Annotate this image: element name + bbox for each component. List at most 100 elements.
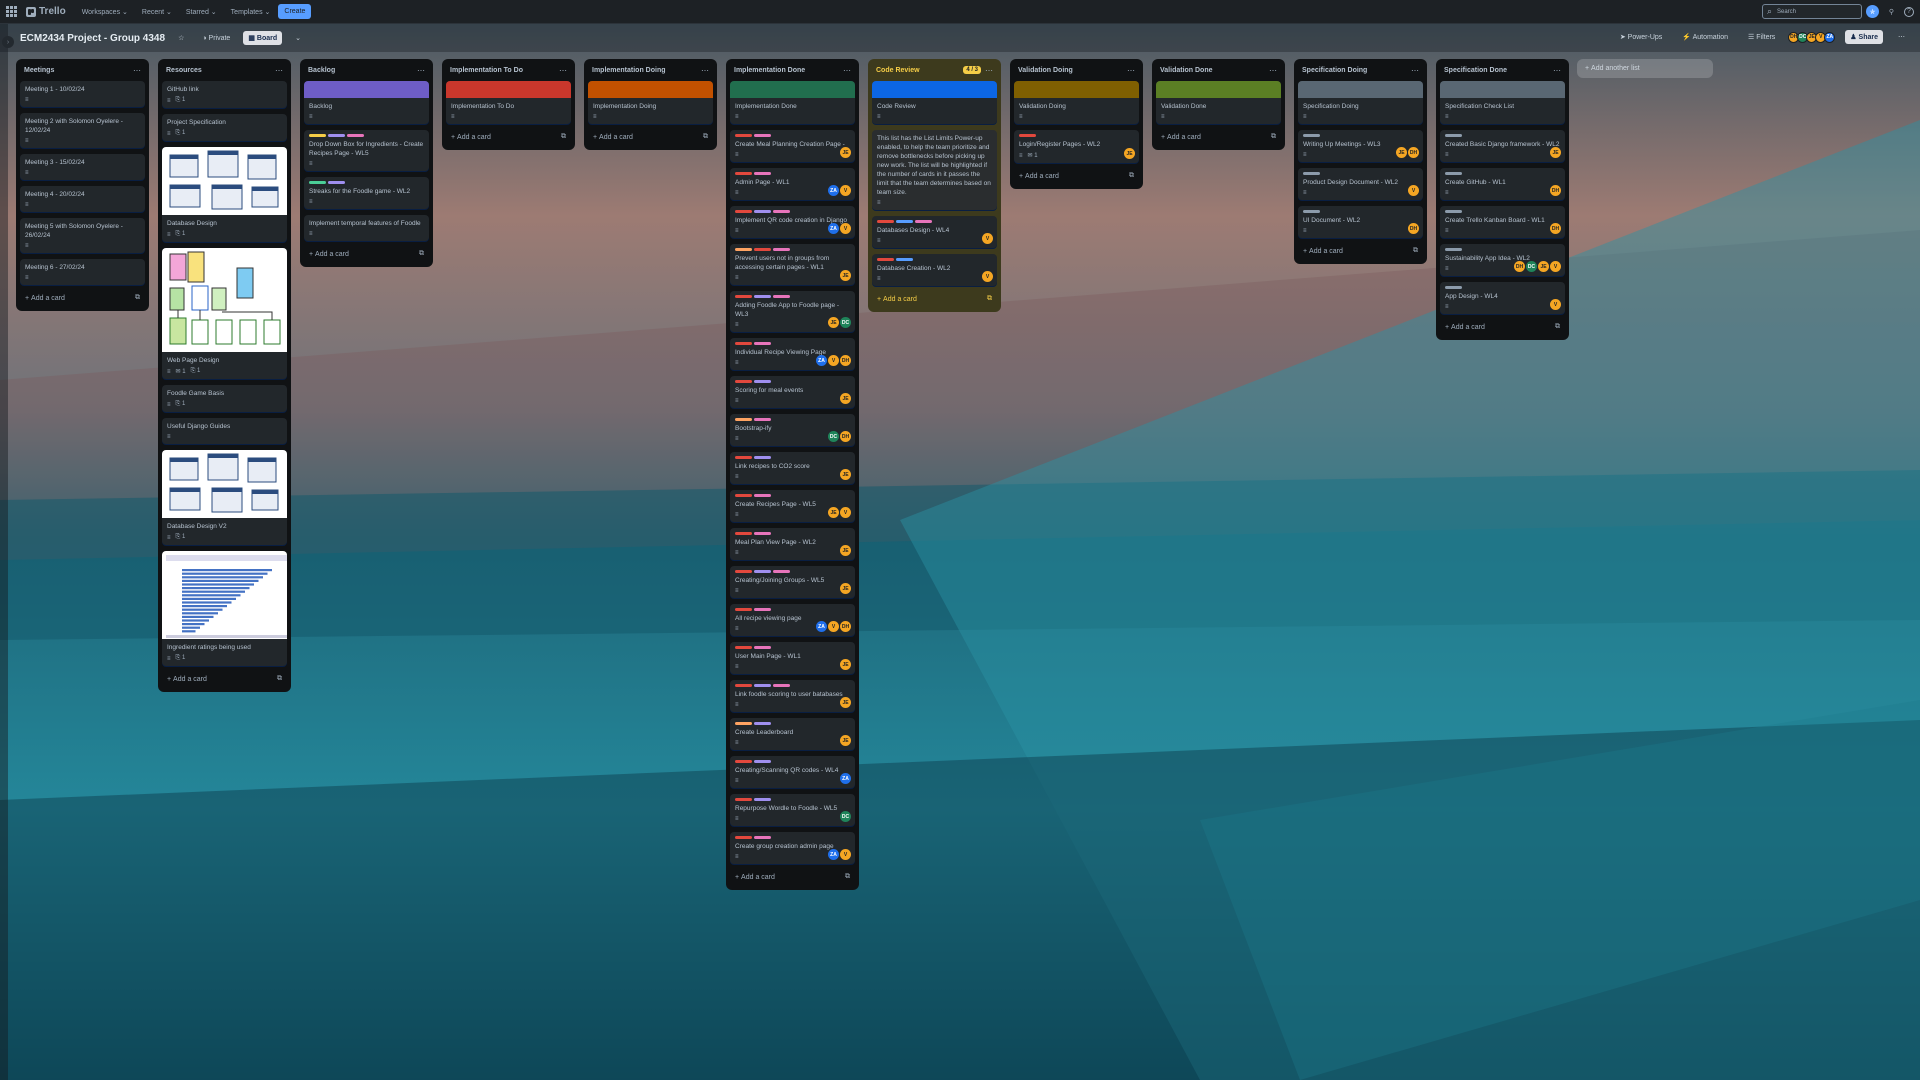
card-label[interactable] [896, 220, 913, 223]
card[interactable]: Backlog ≡ [304, 81, 429, 124]
card-label[interactable] [754, 532, 771, 535]
board-menu-icon[interactable]: ⋯ [1893, 30, 1910, 44]
card-label[interactable] [309, 134, 326, 137]
list-name[interactable]: Validation Doing [1018, 67, 1073, 74]
help-icon[interactable]: ? [1904, 6, 1914, 17]
card-label[interactable] [754, 418, 771, 421]
card-label[interactable] [735, 418, 752, 421]
card-label[interactable] [754, 380, 771, 383]
card-template-icon[interactable]: ⧉ [845, 873, 850, 881]
card[interactable]: Web Page Design ≡ ✉ 1 ⎘ 1 [162, 248, 287, 379]
card-label[interactable] [773, 295, 790, 298]
board-view-button[interactable]: ▦ Board [243, 31, 283, 45]
member-avatar[interactable]: ZA [828, 223, 839, 234]
member-avatar[interactable]: JE [1124, 148, 1135, 159]
list-menu-icon[interactable]: ⋯ [1127, 66, 1135, 75]
card-label[interactable] [773, 248, 790, 251]
card[interactable]: Implement temporal features of Foodle ≡ [304, 215, 429, 241]
member-avatar[interactable]: DH [1408, 223, 1419, 234]
member-avatar[interactable]: V [1550, 261, 1561, 272]
card-label[interactable] [735, 134, 752, 137]
member-avatar[interactable]: JE [1396, 147, 1407, 158]
atlassian-intelligence-icon[interactable]: ✯ [1866, 5, 1879, 18]
member-avatar[interactable]: JE [840, 147, 851, 158]
card-label[interactable] [735, 722, 752, 725]
card[interactable]: Database Design ≡ ⎘ 1 [162, 147, 287, 242]
card-label[interactable] [754, 295, 771, 298]
card[interactable]: Useful Django Guides ≡ [162, 418, 287, 444]
card[interactable]: Creating/Joining Groups - WL5 ≡ JE [730, 566, 855, 598]
list-name[interactable]: Resources [166, 67, 202, 74]
member-avatar[interactable]: JE [840, 735, 851, 746]
board-members[interactable]: DH DC JE V ZA [1788, 31, 1836, 43]
card[interactable]: Meal Plan View Page - WL2 ≡ JE [730, 528, 855, 560]
card[interactable]: Individual Recipe Viewing Page ≡ ZA V DH [730, 338, 855, 370]
card[interactable]: Specification Check List ≡ [1440, 81, 1565, 124]
member-avatar[interactable]: V [840, 185, 851, 196]
card[interactable]: Create Meal Planning Creation Page - ≡ JE [730, 130, 855, 162]
card-label[interactable] [735, 646, 752, 649]
card[interactable]: Admin Page - WL1 ≡ ZA V [730, 168, 855, 200]
member-avatar[interactable]: DH [1550, 185, 1561, 196]
list-menu-icon[interactable]: ⋯ [701, 66, 709, 75]
card-label[interactable] [754, 608, 771, 611]
list-name[interactable]: Code Review [876, 67, 920, 74]
card-label[interactable] [754, 342, 771, 345]
member-avatar[interactable]: DH [840, 355, 851, 366]
member-avatar[interactable]: JE [1550, 147, 1561, 158]
list-name[interactable]: Validation Done [1160, 67, 1213, 74]
card-label[interactable] [735, 570, 752, 573]
card-label[interactable] [773, 684, 790, 687]
card[interactable]: Database Creation - WL2 ≡ V [872, 254, 997, 286]
view-switcher-chevron-icon[interactable]: ⌄ [290, 31, 306, 45]
card-label[interactable] [896, 258, 913, 261]
member-avatar[interactable]: V [840, 507, 851, 518]
member-avatar[interactable]: JE [840, 659, 851, 670]
card[interactable]: Bootstrap-ify ≡ DC DH [730, 414, 855, 446]
member-avatar[interactable]: V [1550, 299, 1561, 310]
card-label[interactable] [1445, 286, 1462, 289]
card[interactable]: Create Trello Kanban Board - WL1 ≡ DH [1440, 206, 1565, 238]
member-avatar[interactable]: ZA [1824, 31, 1836, 43]
card[interactable]: Implementation To Do ≡ [446, 81, 571, 124]
card-template-icon[interactable]: ⧉ [419, 250, 424, 258]
card[interactable]: Meeting 1 - 10/02/24 ≡ [20, 81, 145, 107]
card[interactable]: Meeting 5 with Solomon Oyelere - 26/02/2… [20, 218, 145, 253]
card[interactable]: User Main Page - WL1 ≡ JE [730, 642, 855, 674]
automation-button[interactable]: ⚡ Automation [1677, 30, 1733, 44]
card[interactable]: Specification Doing ≡ [1298, 81, 1423, 124]
card[interactable]: Meeting 6 - 27/02/24 ≡ [20, 259, 145, 285]
card-label[interactable] [735, 248, 752, 251]
list-menu-icon[interactable]: ⋯ [417, 66, 425, 75]
card-label[interactable] [754, 456, 771, 459]
member-avatar[interactable]: JE [828, 507, 839, 518]
card-template-icon[interactable]: ⧉ [1555, 323, 1560, 331]
list-menu-icon[interactable]: ⋯ [1553, 66, 1561, 75]
card[interactable]: Drop Down Box for Ingredients - Create R… [304, 130, 429, 171]
power-ups-button[interactable]: ➤ Power-Ups [1615, 30, 1667, 44]
member-avatar[interactable]: JE [828, 317, 839, 328]
list-name[interactable]: Meetings [24, 67, 54, 74]
card[interactable]: Project Specification ≡ ⎘ 1 [162, 114, 287, 141]
member-avatar[interactable]: DH [1514, 261, 1525, 272]
board-title[interactable]: ECM2434 Project - Group 4348 [20, 33, 165, 44]
visibility-button[interactable]: ◑ Private [197, 32, 235, 45]
card[interactable]: Scoring for meal events ≡ JE [730, 376, 855, 408]
card[interactable]: Meeting 2 with Solomon Oyelere - 12/02/2… [20, 113, 145, 148]
member-avatar[interactable]: ZA [840, 773, 851, 784]
card[interactable]: UI Document - WL2 ≡ DH [1298, 206, 1423, 238]
star-board-icon[interactable]: ☆ [173, 31, 189, 45]
app-switcher-icon[interactable] [6, 5, 18, 18]
card[interactable]: Login/Register Pages - WL2 ≡ ✉ 1 JE [1014, 130, 1139, 163]
card-label[interactable] [735, 532, 752, 535]
card-template-icon[interactable]: ⧉ [1271, 133, 1276, 141]
member-avatar[interactable]: V [1408, 185, 1419, 196]
templates-menu[interactable]: Templates [231, 8, 271, 16]
card-label[interactable] [754, 798, 771, 801]
card[interactable]: Create Leaderboard ≡ JE [730, 718, 855, 750]
member-avatar[interactable]: V [840, 223, 851, 234]
card[interactable]: All recipe viewing page ≡ ZA V DH [730, 604, 855, 636]
card[interactable]: GitHub link ≡ ⎘ 1 [162, 81, 287, 108]
card[interactable]: Create GitHub - WL1 ≡ DH [1440, 168, 1565, 200]
member-avatar[interactable]: DC [840, 317, 851, 328]
